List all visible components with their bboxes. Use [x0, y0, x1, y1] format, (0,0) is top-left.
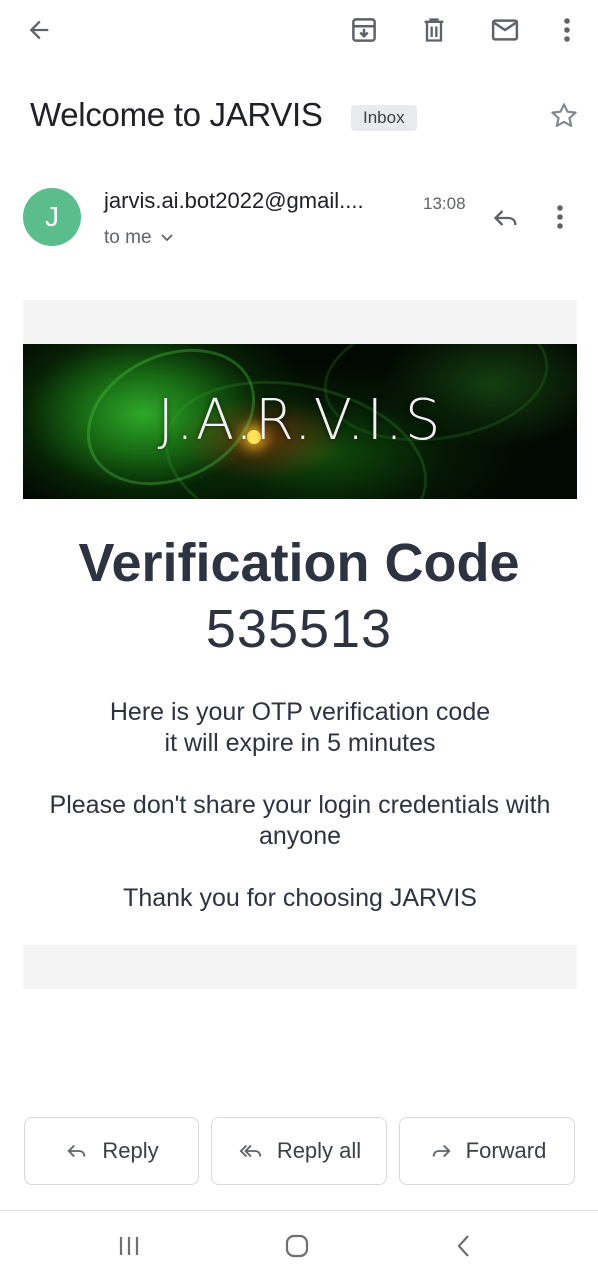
- arrow-back-icon: [29, 20, 49, 40]
- archive-button[interactable]: [346, 12, 382, 48]
- otp-code: 535513: [205, 599, 393, 659]
- verification-title: Verification Code: [78, 533, 520, 593]
- avatar[interactable]: J: [23, 188, 81, 246]
- otp-line-2: it will expire in 5 minutes: [164, 729, 436, 757]
- reply-icon: [67, 1144, 86, 1158]
- star-icon: [551, 103, 577, 128]
- more-vert-icon: [564, 18, 570, 42]
- security-warning: Please don't share your login credential…: [49, 791, 551, 850]
- system-back-button[interactable]: [454, 1233, 474, 1264]
- home-button[interactable]: [284, 1233, 310, 1264]
- reply-all-icon: [239, 1144, 261, 1158]
- email-header-bar: [23, 300, 577, 344]
- system-nav-bar: [0, 1210, 598, 1281]
- mail-icon: [491, 19, 519, 41]
- message-more-button[interactable]: [556, 204, 564, 235]
- recipient-toggle[interactable]: to me: [104, 227, 174, 249]
- recent-apps-button[interactable]: [115, 1234, 143, 1263]
- inbox-label-chip[interactable]: Inbox: [351, 105, 417, 131]
- reply-button[interactable]: Reply: [24, 1117, 199, 1185]
- thanks-message: Thank you for choosing JARVIS: [123, 884, 477, 912]
- chevron-down-icon: [160, 234, 173, 242]
- back-button[interactable]: [21, 12, 57, 48]
- chevron-left-icon: [457, 1235, 469, 1257]
- email-subject: Welcome to JARVIS: [30, 96, 323, 133]
- forward-icon: [432, 1144, 451, 1158]
- reply-all-button[interactable]: Reply all: [211, 1117, 387, 1185]
- recipient-label: to me: [104, 227, 152, 248]
- otp-line-1: Here is your OTP verification code: [109, 698, 491, 726]
- jarvis-banner-image: J.A.R.V.I.S: [23, 344, 577, 499]
- delete-button[interactable]: [416, 12, 452, 48]
- reply-all-label: Reply all: [276, 1138, 362, 1163]
- sender-address: jarvis.ai.bot2022@gmail....: [104, 188, 364, 213]
- archive-icon: [352, 18, 376, 42]
- reply-icon: [493, 210, 517, 226]
- home-icon: [285, 1234, 309, 1258]
- quick-reply-button[interactable]: [490, 204, 522, 237]
- more-options-button[interactable]: [549, 12, 585, 48]
- email-footer-bar: [23, 945, 577, 989]
- mark-unread-button[interactable]: [487, 12, 523, 48]
- recent-apps-icon: [119, 1237, 139, 1255]
- trash-icon: [424, 18, 444, 42]
- forward-label: Forward: [465, 1138, 547, 1163]
- star-button[interactable]: [548, 100, 580, 137]
- banner-logo-text: J.A.R.V.I.S: [157, 388, 443, 453]
- email-time: 13:08: [423, 194, 466, 213]
- forward-button[interactable]: Forward: [399, 1117, 575, 1185]
- more-vert-icon: [557, 205, 563, 229]
- reply-label: Reply: [102, 1138, 159, 1163]
